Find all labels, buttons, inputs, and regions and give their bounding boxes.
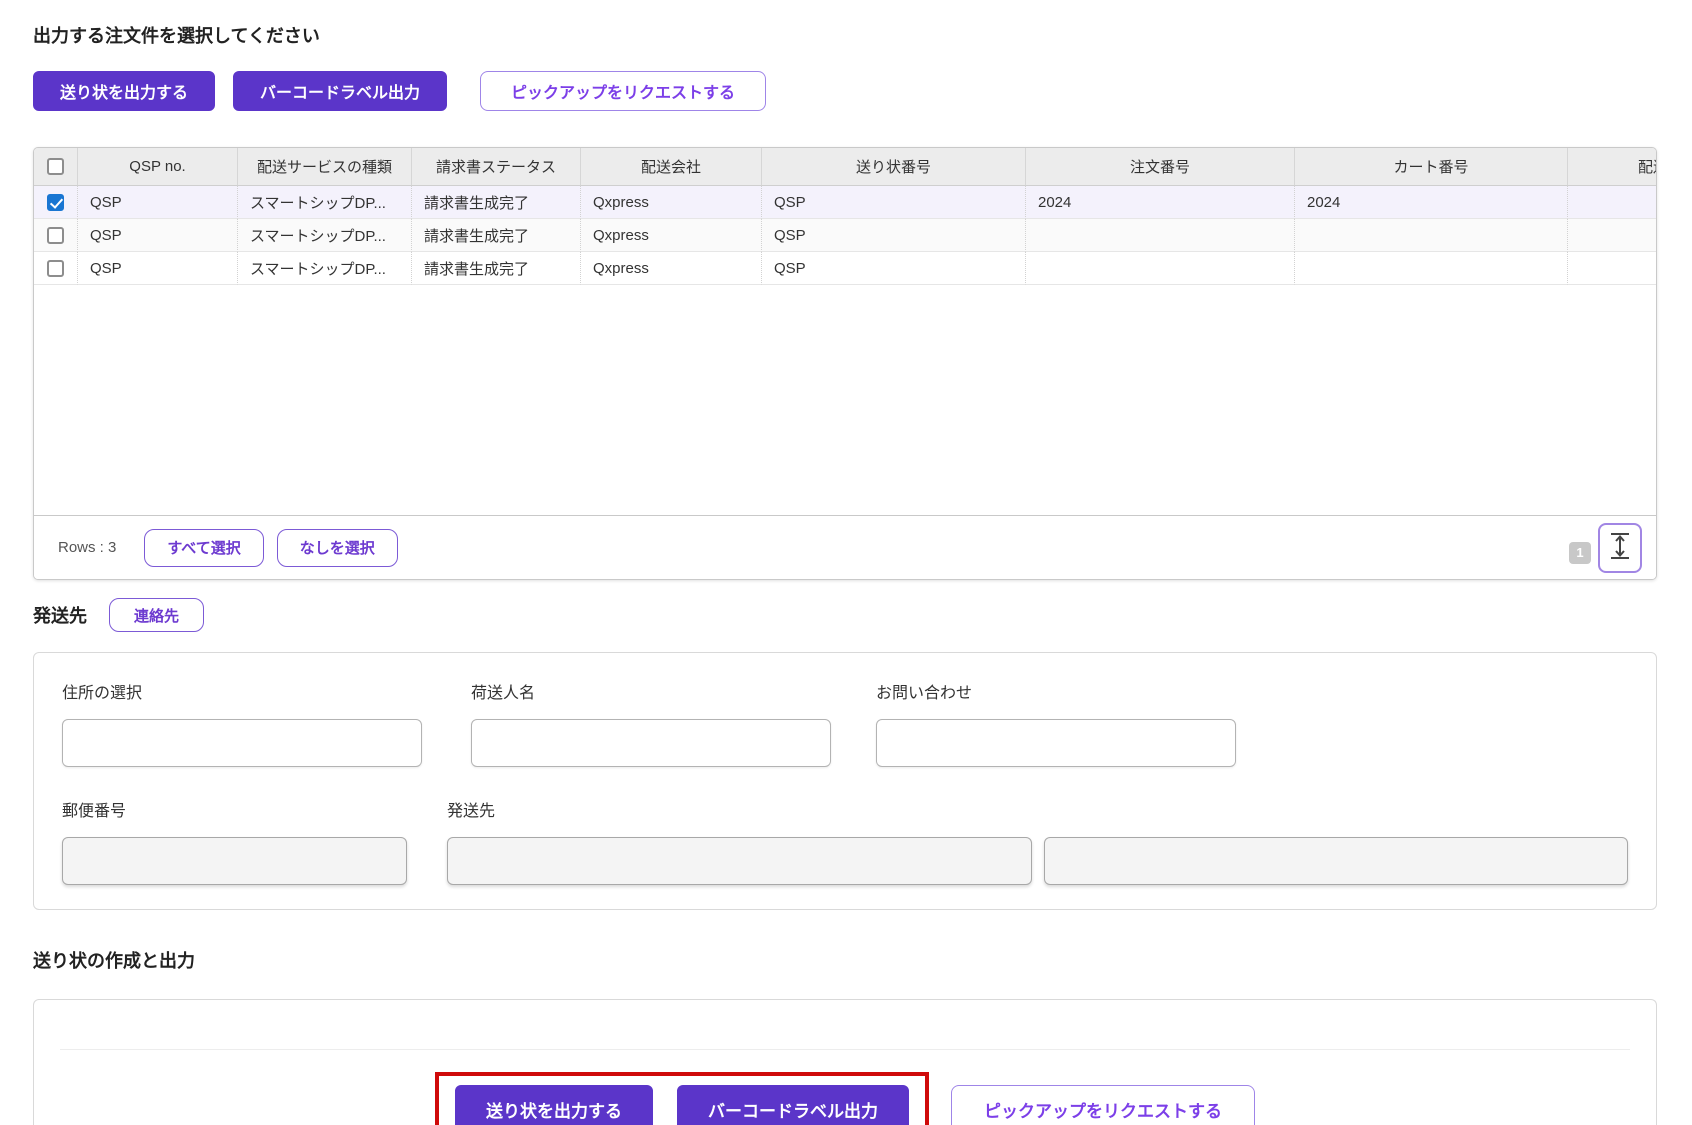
postal-code-field: 郵便番号 (62, 797, 407, 885)
pagination: 1 (1569, 522, 1642, 573)
postal-code-input[interactable] (62, 837, 407, 885)
shipping-section-title: 発送先 (33, 606, 87, 626)
print-invoice-button[interactable]: 送り状を出力する (33, 71, 216, 111)
cell-請求書ステータス: 請求書生成完了 (412, 252, 581, 285)
inquiry-label: お問い合わせ (876, 685, 973, 702)
inquiry-field: お問い合わせ (876, 679, 1236, 767)
cell-送り状番号: QSP (762, 219, 1026, 252)
shipping-label-page: 出力する注文件を選択してください 送り状を出力する バーコードラベル出力 ピック… (0, 22, 1692, 1125)
table-footer: Rows : 3 すべて選択 なしを選択 1 (34, 515, 1656, 579)
shipper-name-label: 荷送人名 (471, 685, 536, 702)
invoice-output-panel: 送り状を出力する バーコードラベル出力 ピックアップをリクエストする (33, 999, 1657, 1125)
table-header-row: QSP no. 配送サービスの種類 請求書ステータス 配送会社 送り状番号 注文番号 カート… (34, 148, 1656, 186)
cell-QSP no.: QSP (78, 252, 238, 285)
table-row[interactable]: QSP スマートシップDP... 請求書生成完了 Qxpress QSP (34, 252, 1656, 285)
page-title: 出力する注文件を選択してください (33, 26, 320, 46)
inquiry-input[interactable] (876, 719, 1236, 767)
ship-from-input-1[interactable] (447, 837, 1032, 885)
cell-注文番号 (1026, 219, 1295, 252)
ship-from-input-2[interactable] (1043, 837, 1628, 885)
row-checkbox[interactable] (47, 226, 64, 244)
barcode-label-button-bottom[interactable]: バーコードラベル出力 (677, 1085, 909, 1125)
cell-カート番号 (1295, 252, 1568, 285)
table-row[interactable]: QSP スマートシップDP... 請求書生成完了 Qxpress QSP 2024 2024 (34, 186, 1656, 219)
barcode-label-button[interactable]: バーコードラベル出力 (233, 71, 448, 111)
column-header-7: 配送 (1568, 148, 1656, 186)
cell-請求書ステータス: 請求書生成完了 (412, 219, 581, 252)
row-height-button[interactable] (1598, 522, 1642, 573)
row-checkbox-cell (34, 252, 78, 285)
row-checkbox[interactable] (47, 193, 64, 211)
cell-配送サービスの種類: スマートシップDP... (238, 219, 412, 252)
cell-配送 (1568, 186, 1656, 219)
cell-カート番号 (1295, 219, 1568, 252)
invoice-output-title: 送り状の作成と出力 (33, 951, 195, 971)
row-checkbox-cell (34, 186, 78, 219)
row-height-icon (1608, 531, 1632, 564)
cell-配送サービスの種類: スマートシップDP... (238, 252, 412, 285)
orders-table: QSP no. 配送サービスの種類 請求書ステータス 配送会社 送り状番号 注文番号 カート… (33, 147, 1657, 580)
column-header-3: 配送会社 (581, 148, 762, 186)
cell-配送サービスの種類: スマートシップDP... (238, 186, 412, 219)
address-select-input[interactable] (62, 719, 422, 767)
cell-送り状番号: QSP (762, 186, 1026, 219)
cell-配送会社: Qxpress (581, 252, 762, 285)
address-select-label: 住所の選択 (62, 685, 143, 702)
table-empty-area (34, 285, 1656, 515)
shipper-name-input[interactable] (471, 719, 831, 767)
column-header-5: 注文番号 (1026, 148, 1295, 186)
row-checkbox[interactable] (47, 259, 64, 277)
column-header-4: 送り状番号 (762, 148, 1026, 186)
cell-配送会社: Qxpress (581, 186, 762, 219)
request-pickup-button[interactable]: ピックアップをリクエストする (480, 71, 767, 111)
cell-QSP no.: QSP (78, 219, 238, 252)
address-select-field: 住所の選択 (62, 679, 422, 767)
cell-QSP no.: QSP (78, 186, 238, 219)
cell-配送 (1568, 252, 1656, 285)
cell-配送 (1568, 219, 1656, 252)
ship-from-label: 発送先 (447, 803, 496, 820)
orders-table-scroll: QSP no. 配送サービスの種類 請求書ステータス 配送会社 送り状番号 注文番号 カート… (34, 148, 1656, 285)
row-checkbox-cell (34, 219, 78, 252)
shipping-form-row-2: 郵便番号 発送先 (62, 797, 1628, 885)
annotation-highlight-box: 送り状を出力する バーコードラベル出力 (435, 1072, 929, 1125)
column-header-0: QSP no. (78, 148, 238, 186)
panel-divider (60, 1049, 1630, 1050)
column-header-2: 請求書ステータス (412, 148, 581, 186)
invoice-output-buttons: 送り状を出力する バーコードラベル出力 ピックアップをリクエストする (34, 1072, 1656, 1125)
page-number-badge[interactable]: 1 (1569, 541, 1591, 564)
ship-from-inputs (447, 837, 1628, 885)
contact-button[interactable]: 連絡先 (109, 598, 205, 632)
rows-count-label: Rows : 3 (58, 539, 117, 556)
cell-注文番号 (1026, 252, 1295, 285)
table-row[interactable]: QSP スマートシップDP... 請求書生成完了 Qxpress QSP (34, 219, 1656, 252)
column-header-1: 配送サービスの種類 (238, 148, 412, 186)
cell-カート番号: 2024 (1295, 186, 1568, 219)
select-all-button[interactable]: すべて選択 (144, 528, 264, 567)
postal-code-label: 郵便番号 (62, 803, 127, 820)
shipping-section-header: 発送先 連絡先 (33, 598, 205, 632)
cell-送り状番号: QSP (762, 252, 1026, 285)
shipper-name-field: 荷送人名 (471, 679, 831, 767)
select-all-checkbox[interactable] (47, 158, 64, 176)
top-toolbar: 送り状を出力する バーコードラベル出力 ピックアップをリクエストする (33, 71, 1692, 111)
cell-配送会社: Qxpress (581, 219, 762, 252)
shipping-form-row-1: 住所の選択 荷送人名 お問い合わせ (62, 679, 1628, 767)
request-pickup-button-bottom[interactable]: ピックアップをリクエストする (951, 1085, 1255, 1125)
column-header-6: カート番号 (1295, 148, 1568, 186)
shipping-panel: 住所の選択 荷送人名 お問い合わせ 郵便番号 発送先 (33, 652, 1657, 910)
ship-from-field: 発送先 (447, 797, 1628, 885)
select-none-button[interactable]: なしを選択 (276, 528, 398, 567)
cell-注文番号: 2024 (1026, 186, 1295, 219)
header-checkbox-cell (34, 148, 78, 186)
print-invoice-button-bottom[interactable]: 送り状を出力する (455, 1085, 653, 1125)
cell-請求書ステータス: 請求書生成完了 (412, 186, 581, 219)
